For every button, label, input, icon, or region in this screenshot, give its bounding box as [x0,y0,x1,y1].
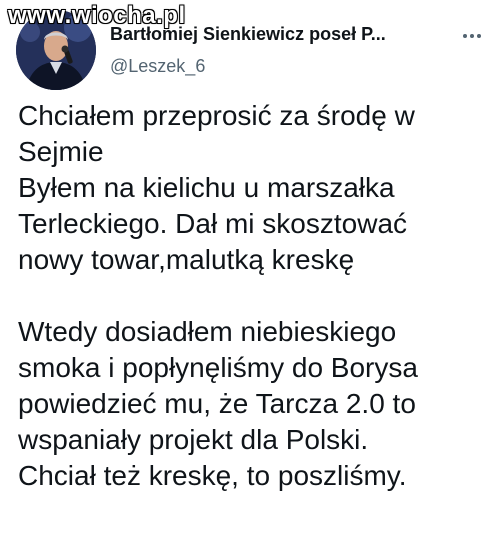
tweet: Bartłomiej Sienkiewicz poseł P... @Lesze… [0,0,502,540]
watermark: www.wiocha.pl [8,2,186,29]
author-handle[interactable]: @Leszek_6 [110,54,440,78]
tweet-text: Chciałem przeprosić za środę w Sejmie By… [18,98,488,494]
tweet-line: Chciałem przeprosić za środę w [18,100,415,131]
more-dots-icon [463,34,481,38]
tweet-line: Wtedy dosiadłem niebieskiego [18,316,397,347]
tweet-line: wspaniały projekt dla Polski. [18,424,369,455]
tweet-line: smoka i popłynęliśmy do Borysa [18,352,418,383]
tweet-line: powiedzieć mu, że Tarcza 2.0 to [18,388,416,419]
tweet-paragraph-2: Wtedy dosiadłem niebieskiego smoka i pop… [18,314,488,494]
tweet-line: Byłem na kielichu u marszałka [18,172,395,203]
tweet-header: Bartłomiej Sienkiewicz poseł P... @Lesze… [0,0,502,96]
tweet-paragraph-1: Chciałem przeprosić za środę w Sejmie By… [18,98,488,278]
tweet-line: Sejmie [18,136,104,167]
tweet-line: Chciał też kreskę, to poszliśmy. [18,460,407,491]
tweet-line: Terleckiego. Dał mi skosztować [18,208,408,239]
tweet-line: nowy towar,malutką kreskę [18,244,355,275]
more-options-button[interactable] [458,22,486,50]
author-names: Bartłomiej Sienkiewicz poseł P... @Lesze… [110,22,440,78]
